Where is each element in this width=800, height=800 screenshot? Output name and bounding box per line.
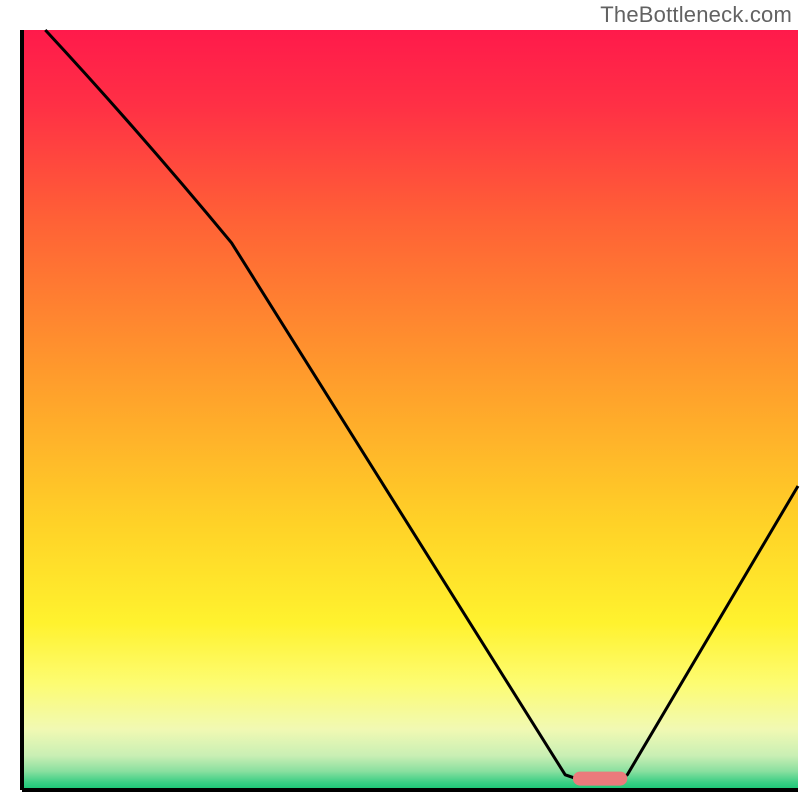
chart-frame: TheBottleneck.com [0,0,800,800]
bottleneck-chart [0,0,800,800]
chart-background [22,30,798,790]
optimal-range-marker [573,772,627,786]
watermark-text: TheBottleneck.com [600,2,792,28]
